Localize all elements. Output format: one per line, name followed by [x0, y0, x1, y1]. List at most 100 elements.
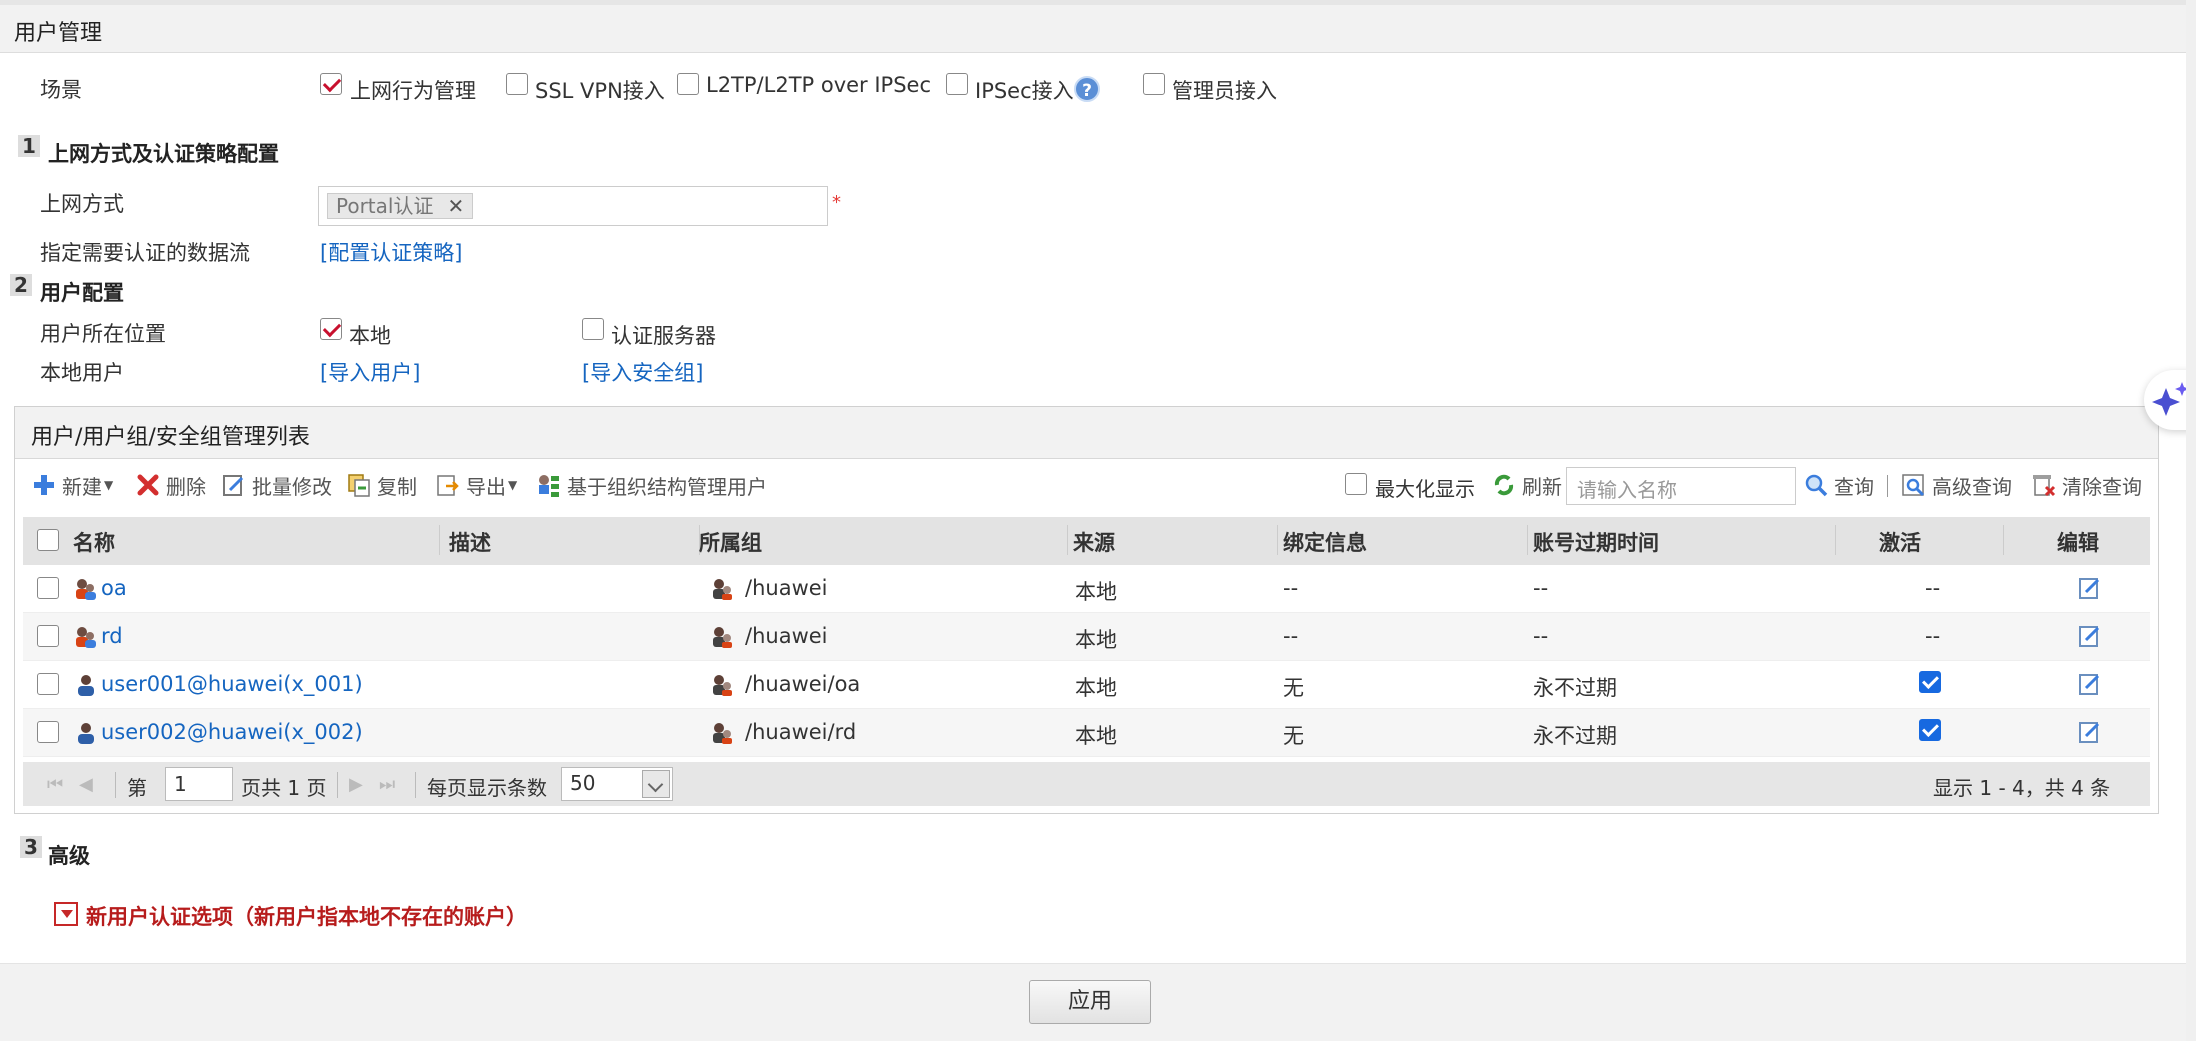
org-structure-icon [536, 472, 562, 498]
maximize-checkbox[interactable] [1345, 473, 1367, 495]
col-edit[interactable]: 编辑 [2057, 527, 2099, 557]
last-page-icon[interactable]: ⏭ [379, 774, 395, 795]
copy-icon [346, 472, 372, 498]
pagination-bar: ⏮ ◀ 第 1 页共 1 页 ▶ ⏭ 每页显示条数 50 显示 1 - 4，共 … [23, 762, 2150, 806]
copy-label: 复制 [377, 474, 417, 499]
table-row[interactable]: user001@huawei(x_001) /huawei/oa 本地 无 永不… [23, 661, 2150, 709]
dropdown-arrow-icon: ▼ [104, 478, 114, 492]
row-expire: 永不过期 [1533, 676, 1617, 700]
org-manage-button[interactable]: 基于组织结构管理用户 [536, 467, 767, 503]
row-name-link[interactable]: user002@huawei(x_002) [101, 720, 363, 744]
col-divider [1527, 525, 1528, 555]
row-name[interactable]: user002@huawei(x_002) [101, 720, 363, 744]
config-auth-policy-link[interactable]: [配置认证策略] [320, 237, 462, 267]
page-number-input[interactable]: 1 [165, 767, 233, 801]
dropdown-arrow-icon: ▼ [508, 478, 518, 492]
per-page-select[interactable]: 50 [561, 767, 673, 801]
table-row[interactable]: oa /huawei 本地 -- -- -- [23, 565, 2150, 613]
export-icon [435, 472, 461, 498]
col-bind[interactable]: 绑定信息 [1283, 527, 1367, 557]
query-button[interactable]: 查询 [1803, 467, 1874, 503]
prev-page-icon[interactable]: ◀ [79, 774, 93, 795]
clear-query-button[interactable]: 清除查询 [2031, 467, 2142, 503]
scene-option-sslvpn: SSL VPN接入 [535, 79, 665, 103]
chevron-down-icon[interactable] [642, 770, 670, 798]
row-name-link[interactable]: oa [101, 576, 127, 600]
edit-icon[interactable] [2077, 575, 2103, 601]
batch-edit-button[interactable]: 批量修改 [221, 467, 332, 503]
close-icon[interactable]: ✕ [447, 194, 464, 218]
pager-divider [415, 772, 416, 798]
table-header: 名称 描述 所属组 来源 绑定信息 账号过期时间 激活 编辑 [23, 517, 2150, 565]
refresh-label: 刷新 [1522, 474, 1562, 499]
new-user-auth-option[interactable]: 新用户认证选项（新用户指本地不存在的账户） [86, 901, 527, 931]
help-icon[interactable]: ? [1074, 76, 1100, 102]
col-active[interactable]: 激活 [1879, 527, 1921, 557]
row-name-link[interactable]: rd [101, 624, 123, 648]
location-server-checkbox[interactable] [582, 318, 604, 340]
access-method-input[interactable]: Portal认证 ✕ [318, 186, 828, 226]
new-button[interactable]: 新建 ▼ [31, 467, 113, 503]
scene-checkbox-ipsec[interactable] [946, 73, 968, 95]
edit-icon[interactable] [2077, 719, 2103, 745]
toolbar-divider [1887, 475, 1888, 497]
scene-option-admin: 管理员接入 [1172, 79, 1277, 103]
row-active: -- [1925, 624, 1941, 648]
scene-checkbox-sslvpn[interactable] [506, 73, 528, 95]
section3-number: 3 [20, 836, 42, 858]
scrollbar[interactable] [2186, 0, 2196, 1041]
row-checkbox[interactable] [37, 577, 59, 599]
title-bar: 用户管理 [0, 5, 2190, 53]
refresh-icon [1491, 472, 1517, 498]
location-local-label: 本地 [349, 324, 391, 348]
scene-checkbox-admin[interactable] [1143, 73, 1165, 95]
first-page-icon[interactable]: ⏮ [47, 774, 63, 795]
advanced-search-icon [1901, 472, 1927, 498]
row-active-checkbox[interactable] [1919, 671, 1941, 693]
delete-label: 删除 [166, 474, 206, 499]
edit-icon[interactable] [2077, 623, 2103, 649]
copy-button[interactable]: 复制 [346, 467, 417, 503]
row-expire: -- [1533, 576, 1549, 600]
row-expire: 永不过期 [1533, 724, 1617, 748]
search-input[interactable]: 请输入名称 [1566, 467, 1796, 505]
location-local-checkbox[interactable] [320, 318, 342, 340]
col-expire[interactable]: 账号过期时间 [1533, 527, 1659, 557]
edit-icon[interactable] [2077, 671, 2103, 697]
table-row[interactable]: rd /huawei 本地 -- -- -- [23, 613, 2150, 661]
import-security-group-link[interactable]: [导入安全组] [582, 357, 703, 387]
row-group: /huawei [745, 576, 828, 600]
row-active-checkbox[interactable] [1919, 719, 1941, 741]
next-page-icon[interactable]: ▶ [349, 774, 363, 795]
row-name-link[interactable]: user001@huawei(x_001) [101, 672, 363, 696]
row-checkbox[interactable] [37, 625, 59, 647]
table-row[interactable]: user002@huawei(x_002) /huawei/rd 本地 无 永不… [23, 709, 2150, 757]
user-icon [73, 720, 99, 746]
delete-button[interactable]: 删除 [135, 467, 206, 503]
row-checkbox[interactable] [37, 721, 59, 743]
row-group: /huawei [745, 624, 828, 648]
col-name[interactable]: 名称 [73, 527, 115, 557]
row-name[interactable]: oa [101, 576, 127, 600]
advanced-query-button[interactable]: 高级查询 [1901, 467, 2012, 503]
auth-flow-label: 指定需要认证的数据流 [40, 241, 250, 265]
maximize-label: 最大化显示 [1375, 477, 1475, 501]
col-group[interactable]: 所属组 [699, 527, 762, 557]
row-checkbox[interactable] [37, 673, 59, 695]
scene-checkbox-l2tp[interactable] [677, 73, 699, 95]
refresh-button[interactable]: 刷新 [1491, 467, 1562, 503]
expand-toggle-icon[interactable] [54, 902, 78, 926]
apply-button[interactable]: 应用 [1029, 980, 1151, 1024]
col-desc[interactable]: 描述 [449, 527, 491, 557]
scene-checkbox-behavior[interactable] [320, 73, 342, 95]
import-user-link[interactable]: [导入用户] [320, 357, 420, 387]
select-all-checkbox[interactable] [37, 529, 59, 551]
group-icon [709, 624, 735, 650]
export-button[interactable]: 导出 ▼ [435, 467, 517, 503]
export-label: 导出 [466, 474, 506, 499]
col-source[interactable]: 来源 [1073, 527, 1115, 557]
row-name[interactable]: rd [101, 624, 123, 648]
batch-edit-label: 批量修改 [252, 474, 332, 499]
row-name[interactable]: user001@huawei(x_001) [101, 672, 363, 696]
col-divider [1835, 525, 1836, 555]
